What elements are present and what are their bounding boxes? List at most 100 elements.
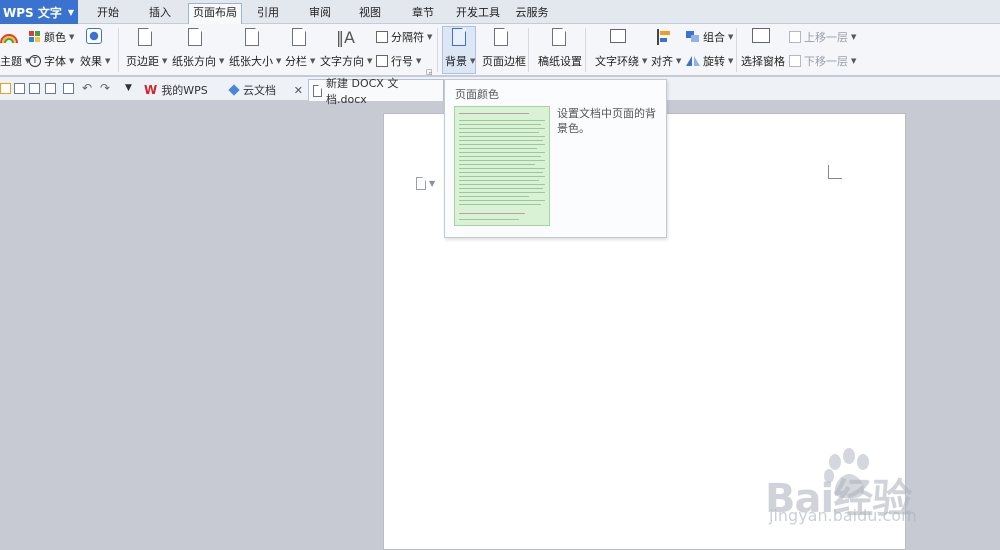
ribbon: 主题 ▼ 颜色 ▼ T 字体 ▼ 效果 ▼ 页边距 ▼ 纸张方向 ▼ 纸张大小 ▼ 分栏 ▼ ‖… bbox=[0, 24, 1000, 76]
print-preview-icon[interactable] bbox=[63, 83, 74, 94]
tab-references[interactable]: 引用 bbox=[250, 4, 286, 24]
font-label: 字体 bbox=[44, 55, 66, 68]
chevron-down-icon: ▼ bbox=[105, 57, 111, 65]
font-icon: T bbox=[29, 55, 41, 67]
document-icon bbox=[313, 84, 322, 97]
text-wrap-label: 文字环绕 bbox=[595, 55, 639, 68]
background-button[interactable]: 背景 ▼ bbox=[445, 53, 475, 69]
ribbon-divider bbox=[736, 28, 737, 72]
paragraph-layout-button[interactable]: ▼ bbox=[416, 177, 435, 190]
effect-button[interactable]: 效果 ▼ bbox=[80, 53, 110, 69]
page-border-label: 页面边框 bbox=[482, 55, 526, 68]
margin-button[interactable]: 页边距 ▼ bbox=[126, 53, 167, 69]
color-grid-icon bbox=[29, 31, 40, 42]
page-border-icon bbox=[494, 28, 508, 46]
tooltip-description: 设置文档中页面的背景色。 bbox=[557, 107, 656, 135]
theme-button[interactable] bbox=[0, 30, 18, 44]
ribbon-divider bbox=[585, 28, 586, 72]
selection-pane-label: 选择窗格 bbox=[741, 55, 785, 68]
tab-cloud-docs[interactable]: 云文档 ✕ bbox=[225, 79, 307, 101]
bring-forward-button[interactable]: 上移一层 ▼ bbox=[789, 29, 856, 45]
orientation-label: 纸张方向 bbox=[172, 55, 216, 68]
text-direction-icon: ‖A bbox=[336, 28, 355, 47]
tab-page-layout[interactable]: 页面布局 bbox=[188, 3, 242, 24]
ribbon-divider bbox=[437, 28, 438, 72]
margin-label: 页边距 bbox=[126, 55, 159, 68]
align-button[interactable]: 对齐 ▼ bbox=[651, 53, 681, 69]
tab-current-document[interactable]: 新建 DOCX 文档.docx bbox=[308, 77, 444, 106]
theme-label-button[interactable]: 主题 ▼ bbox=[0, 53, 30, 69]
align-icon bbox=[656, 28, 674, 46]
tab-view[interactable]: 视图 bbox=[352, 4, 388, 24]
group-button[interactable]: 组合 ▼ bbox=[686, 29, 733, 45]
margin-corner-marker bbox=[828, 165, 842, 179]
separator-button[interactable]: 分隔符 ▼ bbox=[376, 29, 432, 45]
columns-button[interactable]: 分栏 ▼ bbox=[285, 53, 315, 69]
chevron-down-icon: ▼ bbox=[676, 57, 682, 65]
redo-icon[interactable]: ↷ bbox=[100, 81, 110, 95]
page-size-button[interactable]: 纸张大小 ▼ bbox=[229, 53, 281, 69]
send-backward-icon bbox=[789, 55, 801, 67]
tab-label: 云文档 bbox=[243, 84, 276, 97]
rotate-button[interactable]: 旋转 ▼ bbox=[686, 53, 733, 69]
tab-label: 我的WPS bbox=[161, 84, 208, 97]
page-size-icon bbox=[245, 28, 259, 46]
chevron-down-icon: ▼ bbox=[642, 57, 648, 65]
tab-insert[interactable]: 插入 bbox=[140, 4, 180, 24]
undo-icon[interactable]: ↶ bbox=[82, 81, 92, 95]
selection-pane-button[interactable]: 选择窗格 bbox=[741, 53, 785, 69]
effect-icon-button[interactable] bbox=[86, 28, 102, 44]
cloud-doc-icon bbox=[228, 84, 240, 96]
chevron-down-icon: ▼ bbox=[69, 33, 75, 41]
tab-label: 新建 DOCX 文档.docx bbox=[326, 76, 399, 106]
page-border-button[interactable]: 页面边框 bbox=[482, 53, 526, 69]
rotate-label: 旋转 bbox=[703, 55, 725, 68]
tab-my-wps[interactable]: W 我的WPS bbox=[140, 79, 222, 101]
rotate-icon bbox=[686, 56, 700, 66]
chevron-down-icon: ▼ bbox=[728, 33, 734, 41]
tab-cloud[interactable]: 云服务 bbox=[512, 4, 552, 24]
new-file-icon[interactable] bbox=[0, 83, 11, 94]
theme-label: 主题 bbox=[0, 55, 22, 68]
columns-label: 分栏 bbox=[285, 55, 307, 68]
baidu-watermark: Bai经验 jingyan.baidu.com bbox=[765, 448, 955, 528]
tab-chapter[interactable]: 章节 bbox=[405, 4, 441, 24]
page-color-preview bbox=[454, 106, 550, 226]
export-pdf-icon[interactable] bbox=[29, 83, 40, 94]
line-number-label: 行号 bbox=[391, 55, 413, 68]
selection-pane-icon bbox=[752, 28, 770, 43]
send-backward-label: 下移一层 bbox=[804, 55, 848, 68]
rainbow-icon bbox=[0, 34, 18, 44]
line-number-button[interactable]: 行号 ▼ bbox=[376, 53, 421, 69]
font-button[interactable]: T 字体 ▼ bbox=[29, 53, 74, 69]
text-wrap-icon bbox=[610, 29, 626, 43]
separator-icon bbox=[376, 31, 388, 43]
save-icon[interactable] bbox=[14, 83, 25, 94]
text-wrap-button[interactable]: 文字环绕 ▼ bbox=[595, 53, 647, 69]
chevron-down-icon: ▼ bbox=[851, 57, 857, 65]
send-backward-button[interactable]: 下移一层 ▼ bbox=[789, 53, 856, 69]
chevron-down-icon: ▼ bbox=[276, 57, 282, 65]
ribbon-divider bbox=[118, 28, 119, 72]
tab-home[interactable]: 开始 bbox=[88, 4, 128, 24]
chevron-down-icon: ▼ bbox=[219, 57, 225, 65]
page-size-label: 纸张大小 bbox=[229, 55, 273, 68]
print-icon[interactable] bbox=[45, 83, 56, 94]
chevron-down-icon: ▼ bbox=[162, 57, 168, 65]
tab-review[interactable]: 审阅 bbox=[302, 4, 338, 24]
chevron-down-icon: ▼ bbox=[416, 57, 422, 65]
close-icon[interactable]: ✕ bbox=[294, 84, 303, 97]
app-menu-button[interactable]: WPS 文字 ▼ bbox=[0, 0, 78, 24]
tab-list-dropdown-icon[interactable]: ▼ bbox=[125, 83, 132, 93]
chevron-down-icon: ▼ bbox=[67, 8, 74, 17]
tab-developer[interactable]: 开发工具 bbox=[452, 4, 504, 24]
orientation-button[interactable]: 纸张方向 ▼ bbox=[172, 53, 224, 69]
watermark-url: jingyan.baidu.com bbox=[769, 506, 917, 525]
background-tooltip: 页面颜色 设置文档中页面的背景色。 bbox=[444, 79, 667, 238]
draft-setting-button[interactable]: 稿纸设置 bbox=[538, 53, 582, 69]
chevron-down-icon: ▼ bbox=[429, 179, 436, 188]
color-button[interactable]: 颜色 ▼ bbox=[29, 29, 74, 45]
bring-forward-icon bbox=[789, 31, 801, 43]
effect-icon bbox=[86, 28, 102, 44]
text-direction-button[interactable]: 文字方向 ▼ bbox=[320, 53, 372, 69]
